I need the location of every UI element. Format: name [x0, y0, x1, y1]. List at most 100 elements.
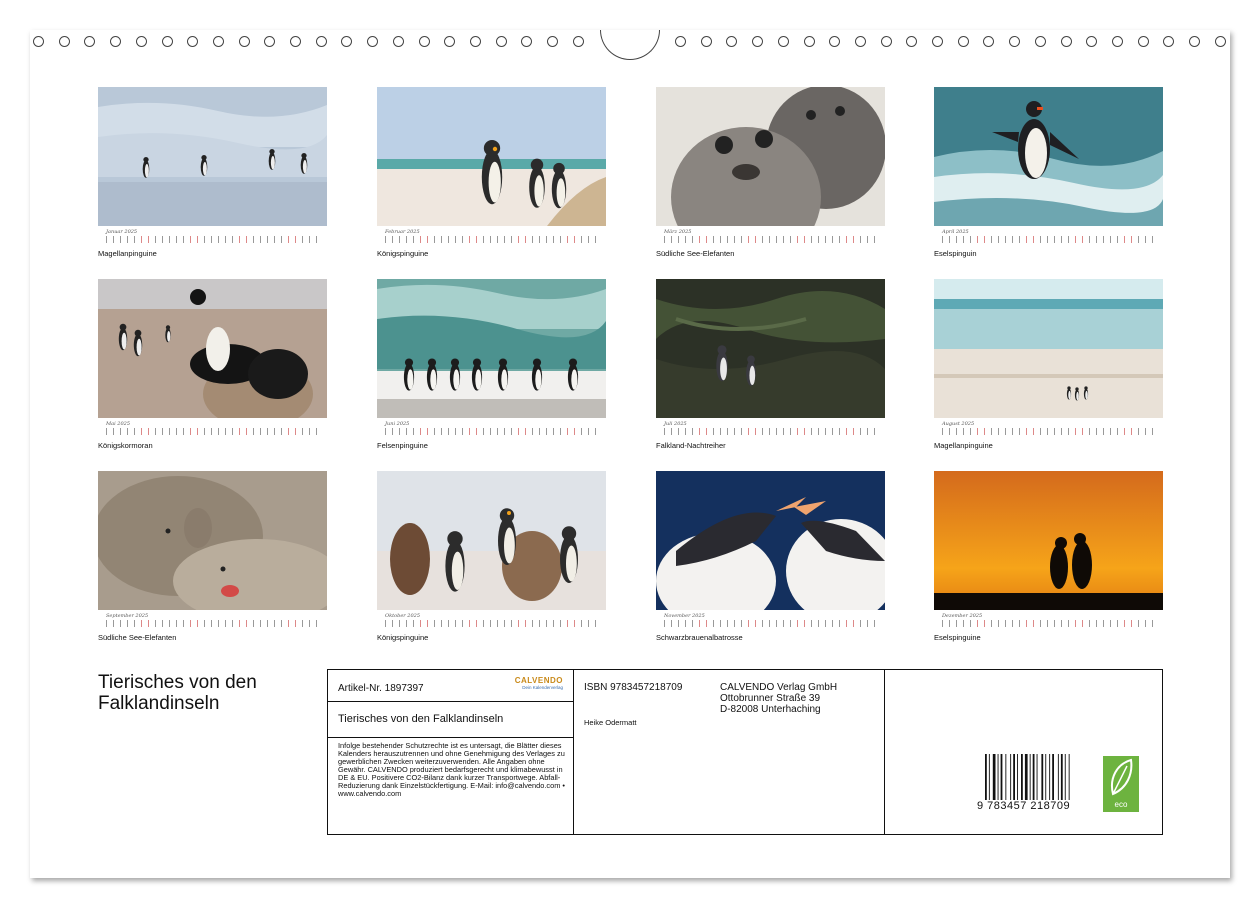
binding-hole — [726, 36, 738, 47]
binding-hole — [238, 36, 250, 47]
binding-hole — [367, 36, 379, 47]
binding-hole — [187, 36, 199, 47]
photo-caption: Eselspinguine — [934, 633, 981, 642]
binding-hole — [58, 36, 70, 47]
photo-image — [98, 471, 327, 610]
day-ticks — [942, 620, 1158, 628]
month-photo — [377, 279, 606, 418]
binding-hole — [803, 36, 815, 47]
binding-hole — [1111, 36, 1123, 47]
month-label: Oktober 2025 — [385, 613, 421, 619]
calendar-strip: Januar 2025 — [98, 226, 327, 248]
binding-hole — [1189, 36, 1200, 47]
barcode-number: 9 783457 218709 — [975, 800, 1073, 812]
binding-hole — [1214, 36, 1226, 47]
publisher-name: CALVENDO Verlag GmbH — [720, 682, 838, 693]
binding-hole — [33, 36, 44, 47]
month-label: Dezember 2025 — [942, 613, 983, 619]
binding-hole — [315, 36, 327, 47]
binding-hole — [341, 36, 353, 47]
binding-hole — [1086, 36, 1098, 47]
month-tile: März 2025 Südliche See-Elefanten — [656, 87, 885, 258]
barcode-cell: 9 783457 218709 eco — [885, 670, 1162, 834]
calendar-strip: Oktober 2025 — [377, 610, 606, 632]
binding-hole — [880, 36, 892, 47]
photo-image — [98, 279, 327, 418]
day-ticks — [664, 428, 880, 436]
binding-hole — [521, 36, 533, 47]
month-label: November 2025 — [664, 613, 705, 619]
binding-hole — [161, 36, 173, 47]
photo-caption: Falkland-Nachtreiher — [656, 441, 726, 450]
calendar-strip: November 2025 — [656, 610, 885, 632]
calendar-strip: Juni 2025 — [377, 418, 606, 440]
month-tile: November 2025 Schwarzbrauenalbatrosse — [656, 471, 885, 642]
day-ticks — [106, 236, 322, 244]
month-photo — [377, 471, 606, 610]
month-label: Mai 2025 — [106, 421, 131, 427]
calendar-strip: August 2025 — [934, 418, 1163, 440]
month-photo — [656, 471, 885, 610]
month-tile: Dezember 2025 Eselspinguine — [934, 471, 1163, 642]
photo-image — [934, 87, 1163, 226]
isbn: ISBN 9783457218709 — [584, 682, 683, 693]
month-label: September 2025 — [106, 613, 149, 619]
month-tile: Juni 2025 Felsenpinguine — [377, 279, 606, 450]
binding-hole — [110, 36, 122, 47]
binding-hole — [957, 36, 969, 47]
publisher-city: D-82008 Unterhaching — [720, 704, 821, 715]
month-photo — [934, 87, 1163, 226]
month-label: Juli 2025 — [664, 421, 687, 427]
publisher-address: CALVENDO Verlag GmbH Ottobrunner Straße … — [720, 682, 837, 715]
binding-hole — [392, 36, 404, 47]
binding-hole — [572, 36, 584, 47]
month-photo — [98, 279, 327, 418]
legal-notice: Infolge bestehender Schutzrechte ist es … — [338, 741, 565, 798]
day-ticks — [385, 620, 601, 628]
month-tile: Februar 2025 Königspinguine — [377, 87, 606, 258]
eco-logo: eco — [1103, 756, 1139, 812]
day-ticks — [106, 620, 322, 628]
photo-caption: Südliche See-Elefanten — [656, 249, 735, 258]
binding-hole — [84, 36, 96, 47]
leaf-icon — [1111, 758, 1133, 796]
legal-cell: Infolge bestehender Schutzrechte ist es … — [328, 738, 574, 834]
day-ticks — [385, 428, 601, 436]
month-label: Januar 2025 — [106, 229, 138, 235]
article-cell: Artikel-Nr. 1897397 CALVENDO Dein Kalend… — [328, 670, 574, 702]
binding-hole — [290, 36, 301, 47]
calendar-strip: Mai 2025 — [98, 418, 327, 440]
calendar-strip: September 2025 — [98, 610, 327, 632]
brand-tagline: Dein Kalenderverlag — [522, 685, 563, 690]
binding-hole — [1060, 36, 1072, 47]
binding-hole — [1163, 36, 1175, 47]
photo-caption: Magellanpinguine — [934, 441, 993, 450]
month-photo — [98, 87, 327, 226]
month-photo — [934, 279, 1163, 418]
binding-hole — [829, 36, 841, 47]
binding-hole — [1137, 36, 1149, 47]
month-tile: August 2025 Magellanpinguine — [934, 279, 1163, 450]
binding-hole — [854, 36, 866, 47]
photo-image — [98, 87, 327, 226]
brand-name: CALVENDO — [514, 676, 563, 685]
month-photo — [656, 87, 885, 226]
calendar-strip: Februar 2025 — [377, 226, 606, 248]
day-ticks — [664, 620, 880, 628]
binding-hole — [264, 36, 276, 47]
binding-hole — [675, 36, 686, 47]
calendar-strip: März 2025 — [656, 226, 885, 248]
photo-caption: Königskormoran — [98, 441, 153, 450]
eco-label: eco — [1114, 800, 1128, 809]
binding-hole — [777, 36, 789, 47]
day-ticks — [942, 236, 1158, 244]
binding-hole — [752, 36, 764, 47]
month-tile: Oktober 2025 Königspinguine — [377, 471, 606, 642]
month-label: August 2025 — [942, 421, 975, 427]
author: Heike Odermatt — [584, 718, 637, 727]
photo-image — [377, 279, 606, 418]
binding-hole — [700, 36, 712, 47]
article-number: Artikel-Nr. 1897397 — [338, 683, 424, 694]
photo-image — [656, 87, 885, 226]
day-ticks — [106, 428, 322, 436]
